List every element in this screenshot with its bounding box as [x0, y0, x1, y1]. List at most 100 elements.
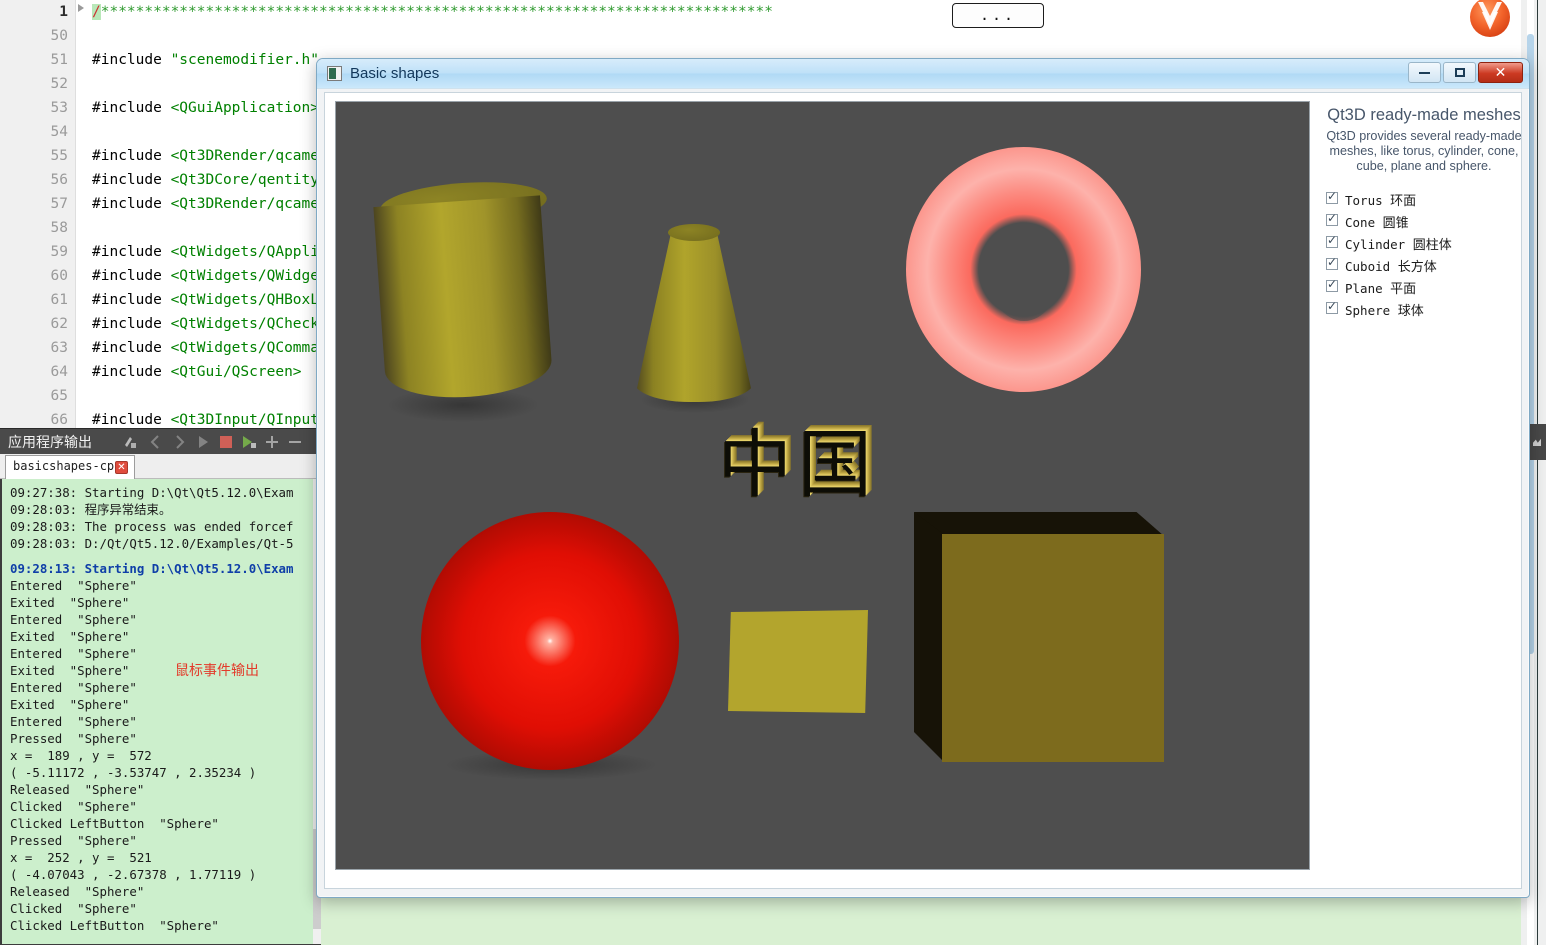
checkbox-label: Plane 平面: [1345, 281, 1417, 297]
line-code: /***************************************…: [92, 4, 773, 20]
line-number: 65: [50, 388, 68, 404]
checkbox-cuboid[interactable]: [1326, 255, 1338, 270]
zoom-out-icon[interactable]: [287, 434, 303, 450]
line-number: 60: [50, 268, 68, 284]
log-line: 09:28:13: Starting D:\Qt\Qt5.12.0\Exam: [10, 561, 294, 576]
line-code: #include <QtGui/QScreen>: [92, 364, 302, 380]
maximize-button[interactable]: [1443, 62, 1476, 83]
log-line: Clicked LeftButton "Sphere": [10, 918, 219, 933]
checkbox-row-torus[interactable]: Torus 环面: [1326, 189, 1526, 211]
application-icon: [327, 66, 342, 81]
mesh-sphere[interactable]: [421, 512, 679, 770]
cuboid-left-face: [914, 512, 944, 762]
log-line: 09:27:38: Starting D:\Qt\Qt5.12.0\Exam: [10, 485, 294, 500]
application-output-pane: 应用程序输出 basicshapes-cpp ✕ 09:27:38: Start…: [0, 428, 321, 945]
log-line: Released "Sphere": [10, 782, 145, 797]
basic-shapes-window[interactable]: Basic shapes ✕ 中国 Qt3D ready-made meshes…: [316, 58, 1530, 898]
mesh-plane[interactable]: [728, 610, 868, 713]
line-number: 55: [50, 148, 68, 164]
editor-line[interactable]: 1 /**************************************…: [0, 0, 1521, 24]
torus-hole: [988, 225, 1060, 321]
checkbox-row-cylinder[interactable]: Cylinder 圆柱体: [1326, 233, 1526, 255]
fold-arrow-icon[interactable]: [78, 4, 84, 12]
run-with-output-icon[interactable]: [241, 434, 257, 450]
collapsed-panel-handle[interactable]: [1530, 424, 1546, 460]
mesh-cylinder[interactable]: [373, 177, 554, 412]
line-number: 62: [50, 316, 68, 332]
mesh-torus[interactable]: [906, 147, 1141, 392]
checkbox-sphere[interactable]: [1326, 299, 1338, 314]
line-number: 58: [50, 220, 68, 236]
checkbox-row-plane[interactable]: Plane 平面: [1326, 277, 1526, 299]
log-line: ( -5.11172 , -3.53747 , 2.35234 ): [10, 765, 257, 780]
checkbox-label: Sphere 球体: [1345, 303, 1424, 319]
line-number: 1: [59, 4, 68, 20]
log-line: Clicked "Sphere": [10, 901, 137, 916]
log-line: Exited "Sphere": [10, 663, 130, 678]
line-number: 50: [50, 28, 68, 44]
checkbox-torus[interactable]: [1326, 189, 1338, 204]
mesh-text-3d[interactable]: 中国: [718, 422, 918, 512]
plane-quad: [728, 610, 868, 713]
line-code: #include "scenemodifier.h": [92, 52, 319, 68]
ide-root: 1 /**************************************…: [0, 0, 1546, 945]
log-line: Pressed "Sphere": [10, 731, 137, 746]
close-button[interactable]: ✕: [1478, 62, 1523, 83]
stop-icon[interactable]: [218, 434, 234, 450]
log-line: Entered "Sphere": [10, 680, 137, 695]
line-number: 56: [50, 172, 68, 188]
close-icon: ✕: [1494, 64, 1507, 81]
log-line: Clicked "Sphere": [10, 799, 137, 814]
output-log[interactable]: 09:27:38: Starting D:\Qt\Qt5.12.0\Exam 09…: [2, 479, 313, 944]
checkbox-label: Torus 环面: [1345, 193, 1417, 209]
checkbox-row-cone[interactable]: Cone 圆锥: [1326, 211, 1526, 233]
line-number: 53: [50, 100, 68, 116]
mesh-cuboid[interactable]: [914, 512, 1169, 762]
cone-body: [634, 232, 754, 402]
log-line: Released "Sphere": [10, 884, 145, 899]
log-line: 09:28:03: 程序异常结束。: [10, 502, 172, 517]
collapsed-block-button[interactable]: ...: [952, 3, 1044, 28]
zoom-in-icon[interactable]: [264, 434, 280, 450]
checkbox-cylinder[interactable]: [1326, 233, 1338, 248]
editor-line[interactable]: 50: [0, 24, 1521, 48]
log-line: Exited "Sphere": [10, 697, 130, 712]
checkbox-row-sphere[interactable]: Sphere 球体: [1326, 299, 1526, 321]
close-icon[interactable]: ✕: [115, 461, 128, 474]
output-tab-basicshapes[interactable]: basicshapes-cpp ✕: [5, 455, 135, 479]
window-title: Basic shapes: [350, 65, 440, 82]
line-number: 63: [50, 340, 68, 356]
checkbox-label: Cuboid 长方体: [1345, 259, 1437, 275]
log-line: Entered "Sphere": [10, 612, 137, 627]
log-line: Entered "Sphere": [10, 646, 137, 661]
line-number: 54: [50, 124, 68, 140]
cylinder-body: [373, 195, 554, 403]
log-line: Entered "Sphere": [10, 714, 137, 729]
next-item-icon[interactable]: [171, 434, 187, 450]
line-code: #include <QGuiApplication>: [92, 100, 319, 116]
line-code: #include <QtWidgets/QCheckBox>: [92, 316, 354, 332]
line-number: 59: [50, 244, 68, 260]
window-titlebar[interactable]: Basic shapes ✕: [317, 59, 1529, 89]
qt3d-viewport[interactable]: 中国: [335, 101, 1310, 870]
line-code: #include <QtWidgets/QWidget>: [92, 268, 337, 284]
minimize-button[interactable]: [1408, 62, 1441, 83]
log-annotation-label: 鼠标事件输出: [175, 663, 259, 679]
qt-creator-logo-icon: [1470, 0, 1510, 37]
run-icon[interactable]: [195, 434, 211, 450]
log-line: Exited "Sphere": [10, 629, 130, 644]
checkbox-cone[interactable]: [1326, 211, 1338, 226]
minimize-icon: [1409, 63, 1440, 82]
cuboid-top-face: [914, 512, 1164, 536]
checkbox-row-cuboid[interactable]: Cuboid 长方体: [1326, 255, 1526, 277]
mesh-cone[interactable]: [634, 220, 754, 410]
sphere-body: [421, 512, 679, 770]
output-tab-bar: basicshapes-cpp ✕: [0, 454, 321, 479]
attach-debugger-icon[interactable]: [122, 434, 138, 450]
log-line: x = 252 , y = 521: [10, 850, 152, 865]
prev-item-icon[interactable]: [148, 434, 164, 450]
panel-heading: Qt3D ready-made meshes: [1327, 106, 1521, 124]
line-number: 51: [50, 52, 68, 68]
checkbox-plane[interactable]: [1326, 277, 1338, 292]
